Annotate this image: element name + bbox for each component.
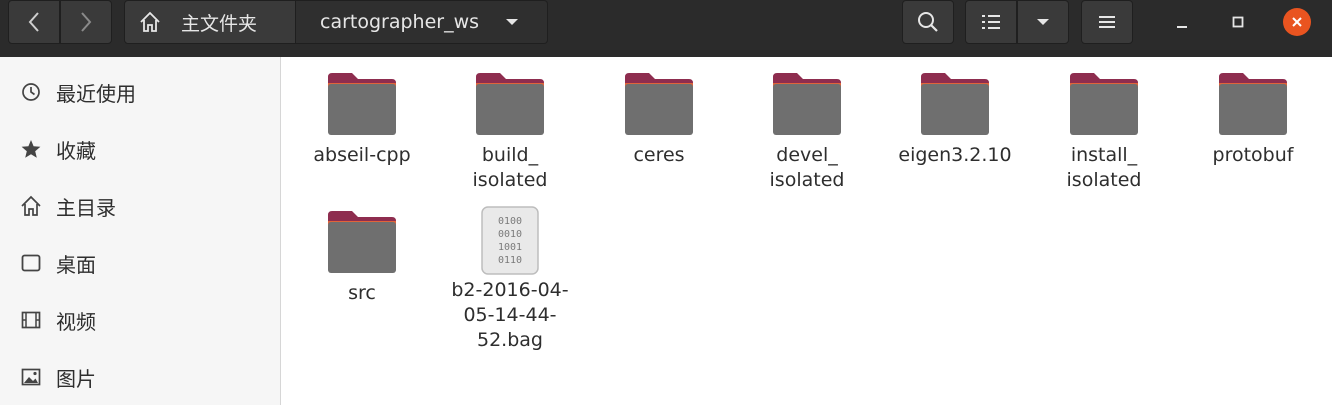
breadcrumb-home[interactable]: 主文件夹 [124, 0, 296, 44]
image-icon [20, 366, 42, 388]
close-button[interactable] [1283, 8, 1311, 36]
sidebar-item-label: 图片 [56, 366, 96, 391]
folder-icon [771, 71, 843, 137]
sidebar-item-home[interactable]: 主目录 [0, 182, 280, 230]
minimize-icon [1177, 26, 1187, 28]
search-button[interactable] [902, 0, 954, 44]
search-icon [918, 12, 938, 32]
folder-item[interactable]: protobuf [1183, 71, 1323, 168]
folder-item[interactable]: install_ isolated [1034, 71, 1174, 193]
file-name: b2-2016-04- [451, 279, 569, 301]
file-view: abseil-cpp build_ isolated ceres devel_ … [282, 57, 1332, 405]
chevron-right-icon [81, 12, 92, 32]
file-name-line2: 05-14-44- [463, 304, 557, 326]
sidebar-item-label: 收藏 [56, 138, 96, 163]
folder-icon [1068, 71, 1140, 137]
binary-digits: 1001 [498, 242, 522, 253]
home-icon [139, 11, 161, 33]
file-name: protobuf [1212, 144, 1294, 166]
path-bar: 主文件夹 cartographer_ws [124, 0, 548, 44]
folder-item[interactable]: abseil-cpp [292, 71, 432, 168]
chevron-down-icon [505, 17, 519, 27]
file-name: devel_ [776, 144, 838, 166]
star-icon [20, 138, 42, 160]
list-view-icon [982, 15, 1000, 29]
list-view-button[interactable] [965, 0, 1017, 44]
file-name-line2: isolated [769, 169, 845, 191]
sidebar-item-label: 最近使用 [56, 81, 136, 106]
minimize-button[interactable] [1168, 8, 1196, 36]
back-button[interactable] [8, 0, 60, 44]
sidebar-item-label: 桌面 [56, 252, 96, 277]
file-item[interactable]: 0100 0010 1001 0110 b2-2016-04- 05-14-44… [440, 206, 580, 353]
sidebar: 最近使用 收藏 主目录 桌面 视频 图片 [0, 57, 281, 405]
breadcrumb-home-label: 主文件夹 [181, 12, 258, 35]
file-name: ceres [633, 144, 685, 166]
binary-digits: 0010 [498, 229, 522, 240]
forward-button[interactable] [60, 0, 112, 44]
folder-icon [1217, 71, 1289, 137]
file-name: build_ [481, 144, 539, 166]
folder-item[interactable]: ceres [589, 71, 729, 168]
folder-item[interactable]: src [292, 209, 432, 306]
view-options-button[interactable] [1017, 0, 1069, 44]
folder-icon [326, 71, 398, 137]
hamburger-icon [1099, 16, 1115, 28]
sidebar-item-label: 主目录 [56, 195, 116, 220]
file-name: src [348, 282, 376, 304]
binary-file-icon: 0100 0010 1001 0110 [481, 206, 539, 275]
menu-button[interactable] [1081, 0, 1133, 44]
maximize-icon [1232, 16, 1244, 28]
sidebar-item-desktop[interactable]: 桌面 [0, 239, 280, 287]
desktop-icon [20, 252, 42, 274]
file-name: abseil-cpp [313, 144, 411, 166]
folder-icon [326, 209, 398, 275]
folder-item[interactable]: build_ isolated [440, 71, 580, 193]
chevron-down-icon [1037, 19, 1049, 25]
folder-item[interactable]: eigen3.2.10 [885, 71, 1025, 168]
file-name-line2: isolated [472, 169, 548, 191]
sidebar-item-videos[interactable]: 视频 [0, 296, 280, 344]
file-name: eigen3.2.10 [898, 144, 1012, 166]
maximize-button[interactable] [1224, 8, 1252, 36]
folder-item[interactable]: devel_ isolated [737, 71, 877, 193]
clock-icon [20, 81, 42, 103]
binary-digits: 0100 [498, 216, 522, 227]
file-name: install_ [1070, 144, 1138, 166]
home-icon [20, 195, 42, 217]
video-icon [20, 309, 42, 331]
sidebar-item-starred[interactable]: 收藏 [0, 125, 280, 173]
file-name-line2: isolated [1066, 169, 1142, 191]
sidebar-item-pictures[interactable]: 图片 [0, 353, 280, 401]
binary-digits: 0110 [498, 255, 522, 266]
chevron-left-icon [28, 12, 39, 32]
breadcrumb-current[interactable]: cartographer_ws [296, 0, 548, 44]
sidebar-item-recent[interactable]: 最近使用 [0, 68, 280, 116]
breadcrumb-current-label: cartographer_ws [320, 11, 480, 33]
close-icon [1292, 17, 1302, 27]
folder-icon [623, 71, 695, 137]
folder-icon [919, 71, 991, 137]
sidebar-item-label: 视频 [56, 309, 96, 334]
file-name-line3: 52.bag [477, 329, 543, 351]
folder-icon [474, 71, 546, 137]
header-bar: 主文件夹 cartographer_ws [0, 0, 1332, 57]
